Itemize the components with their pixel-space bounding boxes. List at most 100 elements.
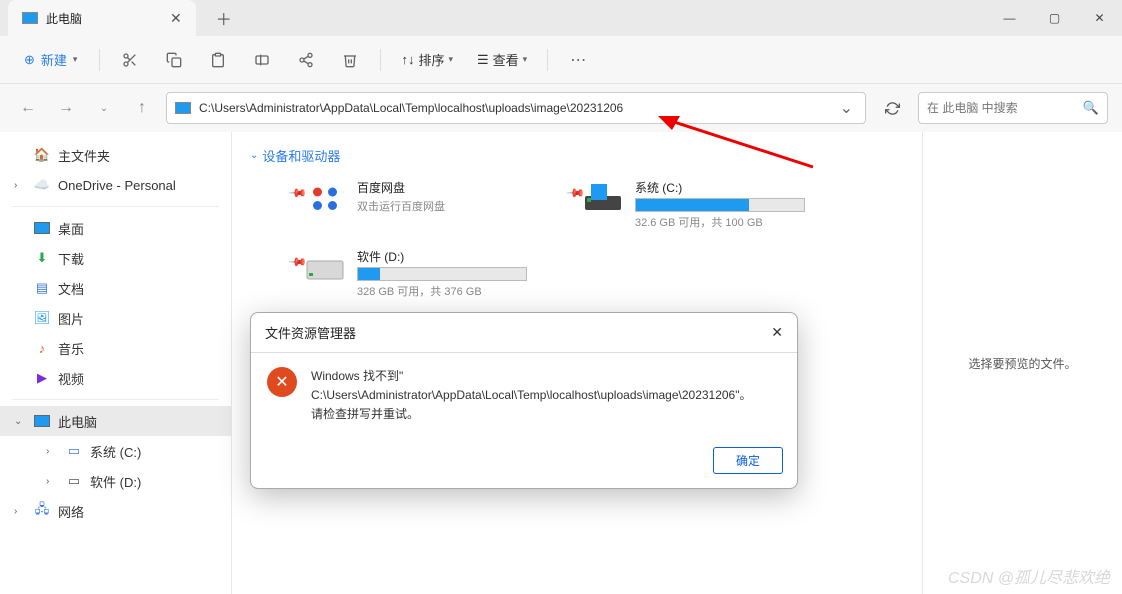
- sidebar-label: 此电脑: [58, 412, 97, 431]
- drive-name: 软件 (D:): [357, 248, 528, 265]
- address-bar[interactable]: C:\Users\Administrator\AppData\Local\Tem…: [166, 92, 866, 124]
- refresh-button[interactable]: [876, 92, 908, 124]
- cut-button[interactable]: [112, 44, 148, 76]
- sidebar-onedrive[interactable]: › ☁️ OneDrive - Personal: [0, 170, 231, 200]
- sidebar-network[interactable]: › 🖧 网络: [0, 496, 231, 526]
- drive-icon: ▭: [66, 443, 82, 459]
- drive-info: 32.6 GB 可用，共 100 GB: [635, 214, 806, 230]
- preview-empty-text: 选择要预览的文件。: [968, 355, 1076, 372]
- chevron-down-icon: ⌄: [250, 150, 258, 161]
- address-path: C:\Users\Administrator\AppData\Local\Tem…: [199, 101, 828, 115]
- chevron-right-icon: ›: [46, 476, 58, 487]
- error-icon: ✕: [267, 367, 297, 397]
- sidebar-music[interactable]: ♪ 音乐: [0, 333, 231, 363]
- sidebar-label: 桌面: [58, 219, 84, 238]
- monitor-icon: [22, 12, 38, 24]
- watermark: CSDN @孤儿尽悲欢绝: [948, 564, 1110, 588]
- pictures-icon: 🖼: [34, 310, 50, 326]
- drive-sub: 双击运行百度网盘: [357, 198, 528, 214]
- dialog-ok-button[interactable]: 确定: [713, 447, 783, 474]
- sort-label: 排序: [418, 50, 444, 69]
- drive-d[interactable]: 📌 软件 (D:) 328 GB 可用，共 376 GB: [278, 248, 528, 299]
- more-button[interactable]: ⋯: [560, 44, 596, 76]
- share-button[interactable]: [288, 44, 324, 76]
- sidebar-label: 系统 (C:): [90, 442, 141, 461]
- sort-icon: ↑↓: [401, 52, 414, 67]
- monitor-icon: [34, 415, 50, 427]
- view-icon: ☰: [477, 52, 489, 68]
- sidebar-home[interactable]: 🏠 主文件夹: [0, 140, 231, 170]
- tab-title: 此电脑: [46, 10, 82, 27]
- history-dropdown[interactable]: ⌄: [90, 94, 118, 122]
- navbar: ← → ⌄ ↑ C:\Users\Administrator\AppData\L…: [0, 84, 1122, 132]
- pin-icon: 📌: [263, 183, 308, 228]
- document-icon: ▤: [34, 280, 50, 296]
- separator: [547, 49, 548, 71]
- copy-button[interactable]: [156, 44, 192, 76]
- chevron-right-icon: ›: [14, 506, 26, 517]
- download-icon: ⬇: [34, 250, 50, 266]
- search-input[interactable]: [927, 101, 1083, 115]
- sidebar-pictures[interactable]: 🖼 图片: [0, 303, 231, 333]
- back-button[interactable]: ←: [14, 94, 42, 122]
- drive-c[interactable]: 📌 系统 (C:) 32.6 GB 可用，共 100 GB: [556, 179, 806, 230]
- storage-bar: [357, 267, 527, 281]
- baidu-icon: [303, 179, 347, 217]
- rename-button[interactable]: [244, 44, 280, 76]
- titlebar: 此电脑 ✕ ＋ — ▢ ✕: [0, 0, 1122, 36]
- separator: [99, 49, 100, 71]
- search-icon[interactable]: 🔍: [1083, 100, 1099, 116]
- monitor-icon: [175, 102, 191, 114]
- drive-name: 百度网盘: [357, 179, 528, 196]
- sidebar-label: 文档: [58, 279, 84, 298]
- network-icon: 🖧: [34, 503, 50, 519]
- drive-baidu[interactable]: 📌 百度网盘 双击运行百度网盘: [278, 179, 528, 230]
- error-dialog: 文件资源管理器 ✕ ✕ Windows 找不到" C:\Users\Admini…: [250, 312, 798, 489]
- paste-button[interactable]: [200, 44, 236, 76]
- minimize-button[interactable]: —: [987, 3, 1032, 33]
- sidebar: 🏠 主文件夹 › ☁️ OneDrive - Personal 桌面 ⬇ 下载: [0, 132, 232, 594]
- sidebar-drive-c[interactable]: › ▭ 系统 (C:): [0, 436, 231, 466]
- music-icon: ♪: [34, 340, 50, 356]
- drive-name: 系统 (C:): [635, 179, 806, 196]
- search-box[interactable]: 🔍: [918, 92, 1108, 124]
- chevron-down-icon: ▾: [73, 54, 78, 65]
- maximize-button[interactable]: ▢: [1032, 3, 1077, 33]
- close-window-button[interactable]: ✕: [1077, 3, 1122, 33]
- new-button[interactable]: ⊕ 新建 ▾: [14, 50, 87, 69]
- dialog-close-button[interactable]: ✕: [771, 324, 783, 341]
- view-button[interactable]: ☰ 查看 ▾: [469, 44, 535, 76]
- sidebar-drive-d[interactable]: › ▭ 软件 (D:): [0, 466, 231, 496]
- plus-circle-icon: ⊕: [24, 52, 35, 68]
- separator: [12, 399, 219, 400]
- sidebar-desktop[interactable]: 桌面: [0, 213, 231, 243]
- video-icon: ▶: [34, 370, 50, 386]
- drive-info: 328 GB 可用，共 376 GB: [357, 283, 528, 299]
- drive-icon: [303, 248, 347, 286]
- address-dropdown[interactable]: ⌄: [836, 98, 857, 118]
- delete-button[interactable]: [332, 44, 368, 76]
- sort-button[interactable]: ↑↓ 排序 ▾: [393, 44, 461, 76]
- sidebar-documents[interactable]: ▤ 文档: [0, 273, 231, 303]
- section-devices[interactable]: ⌄ 设备和驱动器: [250, 142, 904, 169]
- chevron-down-icon: ▾: [448, 54, 453, 65]
- sidebar-this-pc[interactable]: ⌄ 此电脑: [0, 406, 231, 436]
- new-tab-button[interactable]: ＋: [212, 6, 236, 30]
- sidebar-label: 下载: [58, 249, 84, 268]
- sidebar-videos[interactable]: ▶ 视频: [0, 363, 231, 393]
- chevron-down-icon: ⌄: [14, 416, 26, 427]
- forward-button[interactable]: →: [52, 94, 80, 122]
- tab-this-pc[interactable]: 此电脑 ✕: [8, 0, 196, 36]
- drive-icon: ▭: [66, 473, 82, 489]
- sidebar-label: 音乐: [58, 339, 84, 358]
- separator: [12, 206, 219, 207]
- home-icon: 🏠: [34, 147, 50, 163]
- sidebar-label: OneDrive - Personal: [58, 178, 176, 193]
- sidebar-label: 主文件夹: [58, 146, 110, 165]
- up-button[interactable]: ↑: [128, 94, 156, 122]
- desktop-icon: [34, 222, 50, 234]
- sidebar-downloads[interactable]: ⬇ 下载: [0, 243, 231, 273]
- dialog-message: Windows 找不到" C:\Users\Administrator\AppD…: [311, 367, 752, 425]
- dialog-title: 文件资源管理器: [265, 323, 356, 342]
- close-tab-icon[interactable]: ✕: [170, 10, 182, 27]
